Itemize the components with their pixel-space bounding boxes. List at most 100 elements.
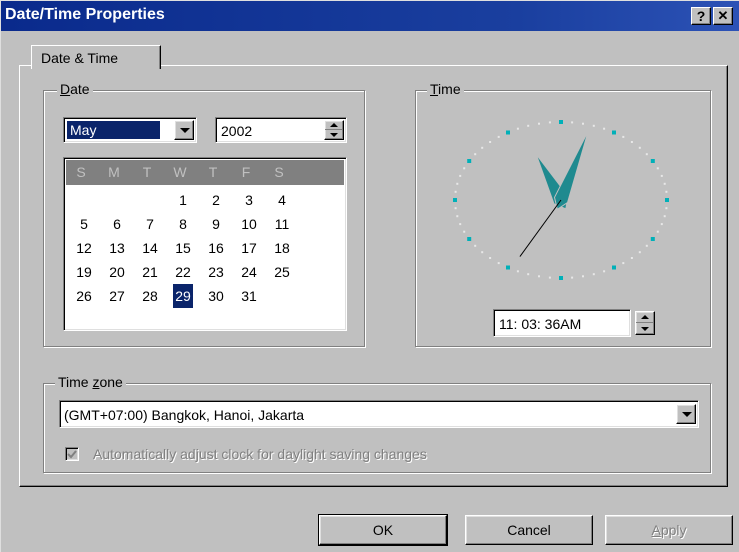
clock-hour-mark xyxy=(453,198,457,202)
calendar-day[interactable]: 1 xyxy=(171,188,195,212)
calendar-day[interactable]: 9 xyxy=(204,212,228,236)
calendar-day[interactable]: 28 xyxy=(138,284,162,308)
calendar-day[interactable]: 8 xyxy=(171,212,195,236)
calendar-day[interactable]: 15 xyxy=(171,236,195,260)
date-group-label: Date xyxy=(57,81,93,97)
auto-dst-checkbox[interactable] xyxy=(65,447,79,461)
weekday-label: F xyxy=(241,164,251,180)
clock-hour-mark xyxy=(467,159,472,163)
calendar-day[interactable]: 18 xyxy=(270,236,294,260)
close-button[interactable]: ✕ xyxy=(713,7,733,25)
calendar-day[interactable]: 30 xyxy=(204,284,228,308)
year-spin-buttons[interactable] xyxy=(324,120,344,140)
clock-minute-mark xyxy=(645,153,648,156)
clock-minute-mark xyxy=(603,127,606,130)
clock-minute-mark xyxy=(459,174,462,177)
clock-minute-mark xyxy=(481,251,484,254)
analog-clock xyxy=(453,120,669,280)
calendar-day[interactable]: 25 xyxy=(270,260,294,284)
arrow-up-icon xyxy=(330,123,338,127)
cancel-button[interactable]: Cancel xyxy=(465,515,593,545)
clock-minute-mark xyxy=(622,262,625,265)
clock-minute-mark xyxy=(489,257,492,259)
time-spin-buttons[interactable] xyxy=(635,311,655,335)
clock-minute-mark xyxy=(665,207,668,210)
calendar[interactable]: S M T W T F S 1 2 3 4 5 6 7 8 9 10 11 12 13 14 15 16 17 1… xyxy=(63,157,347,331)
calendar-day[interactable]: 5 xyxy=(72,212,96,236)
calendar-day[interactable]: 19 xyxy=(72,260,96,284)
clock-minute-mark xyxy=(516,127,519,130)
weekday-label: S xyxy=(274,164,284,180)
calendar-day[interactable]: 16 xyxy=(204,236,228,260)
clock-hands xyxy=(519,130,589,257)
clock-hour-mark xyxy=(612,265,616,270)
ok-button[interactable]: OK xyxy=(318,514,448,546)
date-time-properties-window: Date/Time Properties ? ✕ Date & Time Dat… xyxy=(0,0,739,552)
clock-minute-mark xyxy=(456,215,459,218)
weekday-label: S xyxy=(76,164,86,180)
arrow-down-icon xyxy=(641,326,649,331)
calendar-day[interactable]: 27 xyxy=(105,284,129,308)
clock-minute-mark xyxy=(603,270,606,273)
clock-minute-mark xyxy=(665,190,668,193)
year-up-button[interactable] xyxy=(325,121,343,130)
calendar-day[interactable]: 13 xyxy=(105,236,129,260)
month-value: May xyxy=(66,120,161,140)
clock-minute-mark xyxy=(582,122,584,125)
clock-minute-mark xyxy=(548,121,551,124)
time-input[interactable]: 11: 03: 36AM xyxy=(499,315,581,333)
clock-minute-mark xyxy=(571,121,574,124)
clock-minute-mark xyxy=(497,135,500,138)
calendar-day[interactable]: 31 xyxy=(237,284,261,308)
calendar-day[interactable]: 2 xyxy=(204,188,228,212)
calendar-day[interactable]: 11 xyxy=(270,212,294,236)
clock-minute-mark xyxy=(582,275,584,278)
calendar-day[interactable]: 12 xyxy=(72,236,96,260)
time-up-button[interactable] xyxy=(636,312,654,323)
calendar-day[interactable]: 23 xyxy=(204,260,228,284)
weekday-label: T xyxy=(208,164,218,180)
clock-minute-mark xyxy=(489,141,492,143)
clock-minute-mark xyxy=(638,251,641,254)
timezone-dropdown-button[interactable] xyxy=(676,404,696,424)
calendar-day[interactable]: 3 xyxy=(237,188,261,212)
time-spinner[interactable]: 11: 03: 36AM xyxy=(493,309,631,337)
calendar-day[interactable]: 21 xyxy=(138,260,162,284)
calendar-day[interactable]: 29 xyxy=(173,284,193,308)
calendar-day[interactable]: 26 xyxy=(72,284,96,308)
calendar-day[interactable]: 14 xyxy=(138,236,162,260)
calendar-day[interactable]: 6 xyxy=(105,212,129,236)
month-dropdown-button[interactable] xyxy=(174,120,194,140)
apply-button[interactable]: Apply xyxy=(605,515,733,545)
timezone-dropdown[interactable]: (GMT+07:00) Bangkok, Hanoi, Jakarta xyxy=(59,400,699,428)
calendar-day[interactable]: 10 xyxy=(237,212,261,236)
calendar-day[interactable]: 20 xyxy=(105,260,129,284)
clock-hour-mark xyxy=(612,130,616,135)
calendar-day[interactable]: 24 xyxy=(237,260,261,284)
clock-hour-mark xyxy=(650,159,655,163)
clock-minute-mark xyxy=(538,275,540,278)
chevron-down-icon xyxy=(180,128,190,133)
calendar-day[interactable]: 17 xyxy=(237,236,261,260)
year-spinner[interactable]: 2002 xyxy=(215,117,347,143)
year-down-button[interactable] xyxy=(325,130,343,139)
clock-minute-mark xyxy=(459,223,462,226)
minute-hand xyxy=(553,130,589,211)
help-button[interactable]: ? xyxy=(691,7,711,25)
clock-minute-mark xyxy=(630,141,633,143)
calendar-day[interactable]: 4 xyxy=(270,188,294,212)
clock-minute-mark xyxy=(474,244,477,247)
clock-minute-mark xyxy=(592,124,595,127)
title-bar[interactable]: Date/Time Properties ? ✕ xyxy=(1,1,739,31)
tab-date-time[interactable]: Date & Time xyxy=(31,45,161,69)
calendar-day[interactable]: 22 xyxy=(171,260,195,284)
clock-minute-mark xyxy=(660,223,663,226)
calendar-day[interactable]: 7 xyxy=(138,212,162,236)
clock-minute-mark xyxy=(456,182,459,185)
time-down-button[interactable] xyxy=(636,323,654,334)
clock-minute-mark xyxy=(538,122,540,125)
month-dropdown[interactable]: May xyxy=(63,117,197,143)
clock-hour-mark xyxy=(650,237,655,241)
timezone-value: (GMT+07:00) Bangkok, Hanoi, Jakarta xyxy=(64,407,305,423)
clock-minute-mark xyxy=(463,230,466,233)
